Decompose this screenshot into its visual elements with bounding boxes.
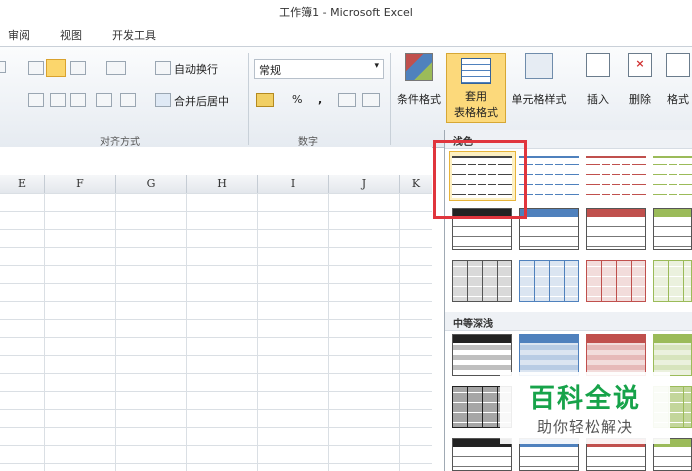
align-center-icon[interactable] (50, 93, 66, 107)
align-right-icon[interactable] (70, 93, 86, 107)
window-title: 工作簿1 - Microsoft Excel (279, 6, 413, 19)
column-header-h[interactable]: H (187, 175, 258, 193)
currency-icon[interactable] (256, 93, 274, 107)
format-as-table-button[interactable]: 套用 表格格式 (446, 53, 506, 123)
delete-label: 删除 (629, 93, 651, 106)
delete-button[interactable]: × 删除 (622, 53, 658, 107)
insert-icon (586, 53, 610, 77)
conditional-format-label: 条件格式 (397, 93, 441, 106)
section-medium-label: 中等深浅 (453, 319, 493, 330)
format-icon (666, 53, 690, 77)
table-style-light-12[interactable] (653, 260, 692, 302)
column-header-e[interactable]: E (0, 175, 45, 193)
wrap-text-button[interactable]: 自动换行 (174, 61, 218, 77)
column-header-f[interactable]: F (45, 175, 116, 193)
increase-indent-icon[interactable] (120, 93, 136, 107)
table-format-icon (461, 58, 491, 84)
grid-line (328, 193, 329, 471)
grid-line (399, 193, 400, 471)
table-style-light-10[interactable] (519, 260, 579, 302)
table-style-light-4[interactable] (653, 156, 692, 198)
merge-center-button[interactable]: 合并后居中 (174, 93, 229, 109)
merge-center-icon (155, 93, 171, 107)
wrap-text-icon (155, 61, 171, 75)
format-label: 格式 (667, 93, 689, 106)
group-separator (390, 53, 391, 145)
grid-line (115, 193, 116, 471)
column-header-g[interactable]: G (116, 175, 187, 193)
format-button[interactable]: 格式 (664, 53, 692, 107)
number-format-value: 常规 (259, 64, 281, 77)
table-style-light-6[interactable] (519, 208, 579, 250)
worksheet-grid[interactable] (0, 193, 432, 471)
table-style-medium-3[interactable] (586, 334, 646, 376)
cell-styles-label: 单元格样式 (511, 93, 567, 106)
table-style-light-3[interactable] (586, 156, 646, 198)
number-group-label: 数字 (298, 137, 318, 148)
format-as-table-label-2: 表格格式 (454, 106, 498, 119)
conditional-format-icon (405, 53, 433, 81)
table-style-medium-2[interactable] (519, 334, 579, 376)
format-as-table-label-1: 套用 (465, 90, 487, 103)
insert-label: 插入 (587, 93, 609, 106)
table-style-light-11[interactable] (586, 260, 646, 302)
gallery-section-medium: 中等深浅 (445, 312, 692, 331)
alignment-group-label: 对齐方式 (100, 137, 140, 148)
title-bar: 工作簿1 - Microsoft Excel (0, 0, 692, 22)
decrease-decimal-icon[interactable] (362, 93, 380, 107)
orientation-icon[interactable] (106, 61, 126, 75)
chevron-down-icon: ▾ (374, 61, 379, 71)
align-top-icon[interactable] (28, 61, 44, 75)
table-style-light-8[interactable] (653, 208, 692, 250)
watermark-subtitle: 助你轻松解决 (536, 418, 633, 436)
red-highlight-box (433, 140, 527, 219)
conditional-format-button[interactable]: 条件格式 (394, 53, 444, 107)
align-middle-icon[interactable] (46, 59, 66, 77)
align-left-icon[interactable] (28, 93, 44, 107)
comma-button[interactable]: , (318, 93, 322, 106)
table-style-light-9[interactable] (452, 260, 512, 302)
column-headers: E F G H I J K (0, 175, 432, 194)
table-style-medium-4[interactable] (653, 334, 692, 376)
insert-button[interactable]: 插入 (580, 53, 616, 107)
column-header-j[interactable]: J (329, 175, 400, 193)
watermark: 百科全说 助你轻松解决 (500, 372, 670, 444)
font-size-icon[interactable] (0, 61, 6, 73)
column-header-k[interactable]: K (400, 175, 432, 193)
tab-developer[interactable]: 开发工具 (112, 27, 156, 43)
table-style-light-7[interactable] (586, 208, 646, 250)
tab-view[interactable]: 视图 (60, 27, 82, 43)
delete-icon: × (628, 53, 652, 77)
table-style-medium-1[interactable] (452, 334, 512, 376)
table-style-light-2[interactable] (519, 156, 579, 198)
align-bottom-icon[interactable] (70, 61, 86, 75)
grid-line (186, 193, 187, 471)
group-separator (248, 53, 249, 145)
ribbon-tabs: 审阅 视图 开发工具 (0, 22, 692, 46)
formula-bar[interactable] (0, 147, 432, 176)
column-header-i[interactable]: I (258, 175, 329, 193)
cell-styles-button[interactable]: 单元格样式 (508, 53, 570, 107)
increase-decimal-icon[interactable] (338, 93, 356, 107)
tab-review[interactable]: 审阅 (8, 27, 30, 43)
decrease-indent-icon[interactable] (96, 93, 112, 107)
number-format-dropdown[interactable]: 常规 ▾ (254, 59, 384, 79)
grid-line (44, 193, 45, 471)
watermark-title: 百科全说 (528, 384, 641, 414)
cell-styles-icon (525, 53, 553, 79)
percent-button[interactable]: % (292, 93, 302, 106)
grid-line (257, 193, 258, 471)
